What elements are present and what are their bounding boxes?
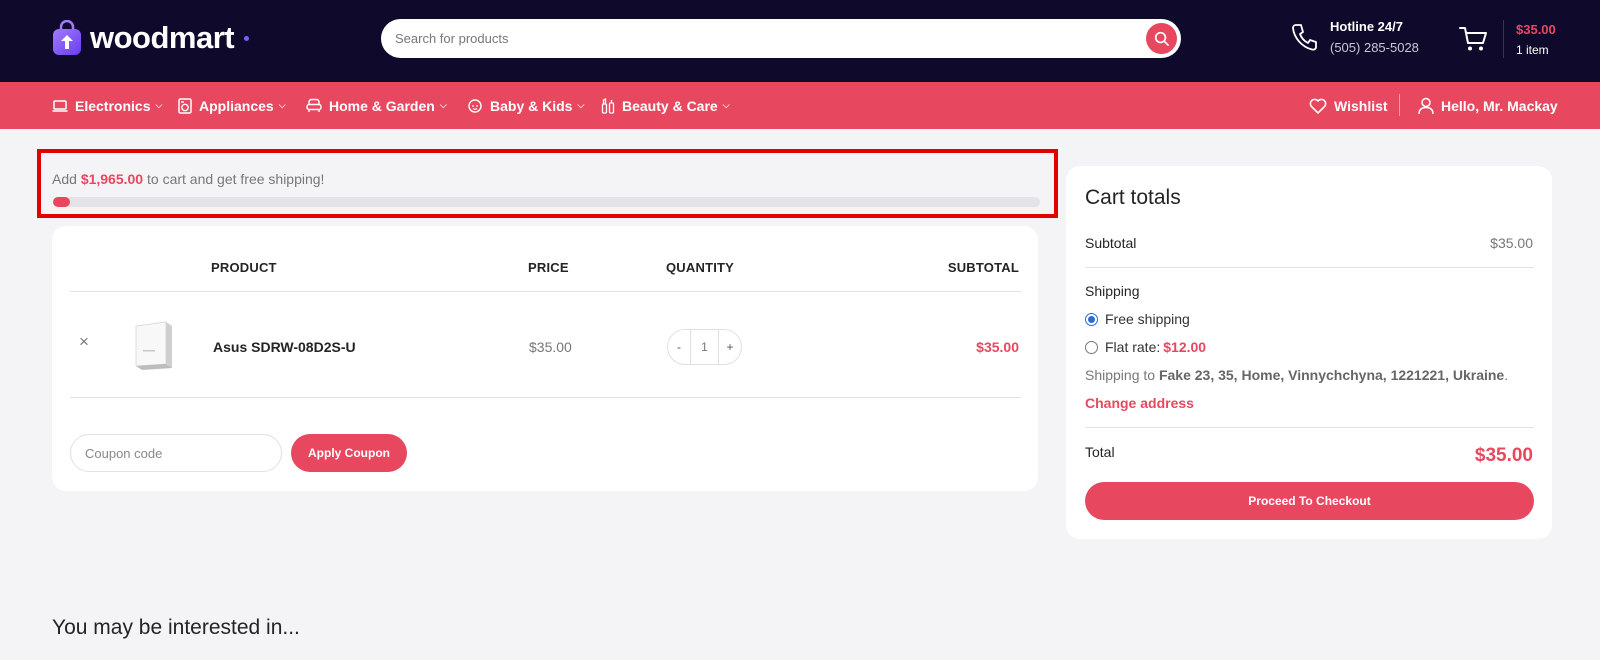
nav-item-electronics[interactable]: Electronics ⌵ [52, 82, 162, 129]
product-subtotal: $35.00 [976, 339, 1019, 355]
quantity-decrease-button[interactable]: - [668, 330, 690, 364]
radio-selected[interactable] [1085, 312, 1098, 326]
cart-amount: $35.00 [1516, 21, 1556, 37]
nav-label-home-garden: Home & Garden [329, 97, 435, 114]
shipping-to-prefix: Shipping to [1085, 367, 1156, 383]
divider [70, 291, 1021, 292]
search-icon [1154, 31, 1169, 46]
radio-unselected[interactable] [1085, 340, 1098, 354]
nav-item-home-garden[interactable]: Home & Garden ⌵ [306, 82, 447, 129]
free-shipping-text: Add $1,965.00 to cart and get free shipp… [52, 171, 324, 187]
header-product: PRODUCT [211, 260, 277, 275]
change-address-link[interactable]: Change address [1085, 395, 1194, 411]
hotline-phone: (505) 285-5028 [1330, 40, 1419, 55]
armchair-icon [306, 98, 322, 112]
nav-divider [1399, 94, 1400, 116]
shipping-label: Shipping [1085, 283, 1140, 299]
baby-icon [468, 99, 482, 113]
chevron-down-icon: ⌵ [155, 100, 163, 110]
divider [1085, 427, 1534, 428]
search-bar [381, 19, 1181, 58]
product-thumbnail[interactable] [130, 320, 178, 372]
search-input[interactable] [395, 19, 1115, 58]
quantity-input[interactable]: 1 [690, 330, 719, 364]
flat-rate-label: Flat rate: [1105, 339, 1161, 355]
nav-label-appliances: Appliances [199, 97, 274, 114]
nav-item-beauty-care[interactable]: Beauty & Care ⌵ [601, 82, 730, 129]
cart-count: 1 item [1516, 42, 1549, 57]
user-icon [1418, 97, 1434, 114]
wishlist-link[interactable]: Wishlist [1309, 82, 1388, 129]
search-button[interactable] [1146, 23, 1177, 54]
phone-icon [1292, 24, 1317, 51]
product-name-link[interactable]: Asus SDRW-08D2S-U [213, 339, 356, 355]
nav-label-beauty-care: Beauty & Care [622, 97, 718, 114]
product-price: $35.00 [529, 339, 572, 355]
chevron-down-icon: ⌵ [577, 100, 585, 110]
divider [70, 397, 1021, 398]
progress-fill [53, 197, 70, 207]
account-link[interactable]: Hello, Mr. Mackay [1418, 82, 1558, 129]
apply-coupon-button[interactable]: Apply Coupon [291, 434, 407, 472]
notice-prefix: Add [52, 171, 77, 187]
remove-item-button[interactable]: × [79, 332, 89, 352]
total-label: Total [1085, 444, 1115, 460]
interested-heading: You may be interested in... [52, 616, 300, 639]
coupon-code-input[interactable] [70, 434, 282, 472]
proceed-to-checkout-button[interactable]: Proceed To Checkout [1085, 482, 1534, 520]
notice-suffix: to cart and get free shipping! [147, 171, 325, 187]
wishlist-label: Wishlist [1334, 97, 1388, 114]
cart-totals: Cart totals Subtotal $35.00 Shipping Fre… [1066, 166, 1552, 539]
subtotal-label: Subtotal [1085, 235, 1137, 251]
chevron-down-icon: ⌵ [278, 100, 286, 110]
nav-label-electronics: Electronics [75, 97, 151, 114]
free-shipping-progress [53, 197, 1040, 207]
nav-item-baby-kids[interactable]: Baby & Kids ⌵ [467, 82, 584, 129]
hotline[interactable]: Hotline 24/7 (505) 285-5028 [1290, 19, 1419, 55]
shipping-to-suffix: . [1504, 367, 1509, 383]
free-shipping-option[interactable]: Free shipping [1085, 311, 1190, 327]
subtotal-value: $35.00 [1490, 235, 1533, 251]
notice-amount: $1,965.00 [80, 171, 144, 187]
logo[interactable]: woodmart [52, 20, 250, 56]
account-label: Hello, Mr. Mackay [1441, 97, 1558, 114]
cosmetics-icon [601, 97, 615, 114]
shopping-bag-logo-icon [53, 20, 81, 55]
logo-text: woodmart [90, 20, 235, 55]
free-shipping-notice: Add $1,965.00 to cart and get free shipp… [37, 149, 1058, 218]
shipping-address: Fake 23, 35, Home, Vinnychchyna, 1221221… [1158, 367, 1505, 383]
heart-icon [1309, 98, 1327, 114]
laptop-icon [52, 99, 68, 112]
cart-divider [1503, 20, 1504, 58]
washing-machine-icon [178, 97, 192, 114]
chevron-down-icon: ⌵ [722, 100, 730, 110]
quantity-increase-button[interactable]: + [719, 330, 741, 364]
hotline-title: Hotline 24/7 [1330, 19, 1403, 34]
chevron-down-icon: ⌵ [439, 100, 447, 110]
header-cart[interactable]: $35.00 1 item [1459, 20, 1556, 58]
header: woodmart Hotline 24/7 (505) 285-5028 $35… [0, 0, 1600, 82]
cart-totals-title: Cart totals [1085, 186, 1181, 209]
cart-icon [1459, 27, 1487, 51]
header-price: PRICE [528, 260, 569, 275]
logo-dot [244, 35, 250, 41]
quantity-stepper: - 1 + [667, 329, 742, 365]
nav-item-appliances[interactable]: Appliances ⌵ [178, 82, 286, 129]
header-quantity: QUANTITY [666, 260, 735, 275]
nav-label-baby-kids: Baby & Kids [490, 97, 573, 114]
category-nav: Electronics ⌵ Appliances ⌵ Home & Garden ⌵ … [0, 82, 1600, 129]
divider [1085, 267, 1534, 268]
free-shipping-label: Free shipping [1105, 311, 1190, 327]
cart-table: PRODUCT PRICE QUANTITY SUBTOTAL × Asus S… [52, 226, 1038, 491]
flat-rate-option[interactable]: Flat rate: $12.00 [1085, 339, 1206, 355]
shipping-destination: Shipping to Fake 23, 35, Home, Vinnychch… [1085, 367, 1508, 383]
header-subtotal: SUBTOTAL [947, 260, 1019, 275]
total-value: $35.00 [1474, 445, 1533, 466]
flat-rate-price: $12.00 [1163, 339, 1207, 355]
